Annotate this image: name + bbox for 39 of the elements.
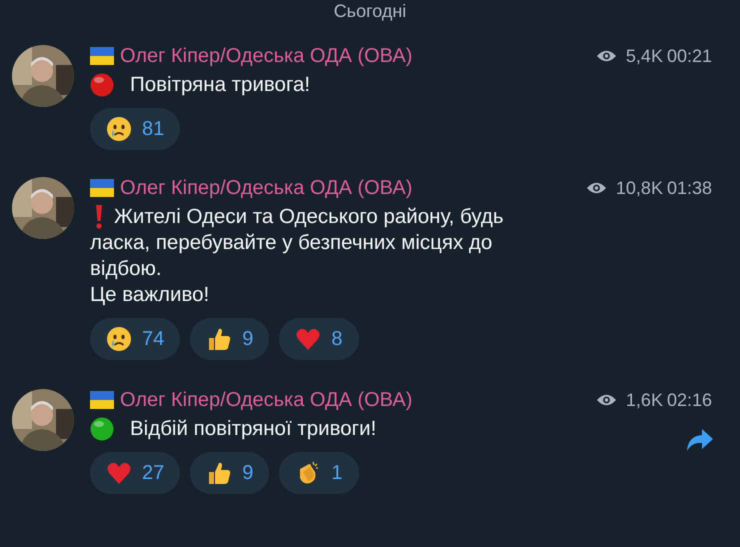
- view-count: 10,8K: [616, 178, 663, 198]
- message-text: ласка, перебувайте у безпечних місцях до: [90, 230, 492, 256]
- thumbs-up-icon: [206, 326, 232, 352]
- heart-icon: [295, 326, 322, 352]
- share-icon[interactable]: [686, 428, 714, 452]
- timestamp: 02:16: [666, 390, 712, 410]
- timestamp: 00:21: [666, 46, 712, 66]
- reaction-button[interactable]: 81: [90, 108, 180, 150]
- crying-face-icon: [106, 116, 132, 142]
- eye-icon: [586, 181, 607, 195]
- flag-icon: [90, 391, 114, 409]
- author-name[interactable]: Олег Кіпер/Одеська ОДА (ОВА): [120, 388, 412, 412]
- reaction-button[interactable]: 8: [279, 318, 358, 360]
- message-text: Жителі Одеси та Одеського району, будь: [114, 204, 504, 230]
- heart-icon: [106, 460, 132, 486]
- eye-icon: [596, 393, 617, 407]
- thumbs-up-icon: [206, 460, 232, 486]
- message-text: Це важливо!: [90, 282, 210, 308]
- view-count: 5,4K: [626, 46, 663, 66]
- reaction-button[interactable]: 9: [190, 318, 270, 360]
- exclamation-icon: [94, 205, 104, 229]
- message-text: Повітряна тривога!: [130, 72, 310, 98]
- date-label: Сьогодні: [332, 1, 408, 23]
- reaction-button[interactable]: 27: [90, 452, 180, 494]
- author-name[interactable]: Олег Кіпер/Одеська ОДА (ОВА): [120, 44, 412, 68]
- crying-face-icon: [106, 326, 132, 352]
- reaction-button[interactable]: 74: [90, 318, 180, 360]
- circle-icon: [90, 417, 114, 441]
- message-text: відбою.: [90, 256, 162, 282]
- view-count: 1,6K: [626, 390, 663, 410]
- reaction-button[interactable]: 9: [190, 452, 270, 494]
- reaction-button[interactable]: 1: [279, 452, 358, 494]
- flag-icon: [90, 179, 114, 197]
- eye-icon: [596, 49, 617, 63]
- message-text: Відбій повітряної тривоги!: [130, 416, 376, 442]
- author-name[interactable]: Олег Кіпер/Одеська ОДА (ОВА): [120, 176, 412, 200]
- timestamp: 01:38: [666, 178, 712, 198]
- circle-icon: [90, 73, 114, 97]
- flag-icon: [90, 47, 114, 65]
